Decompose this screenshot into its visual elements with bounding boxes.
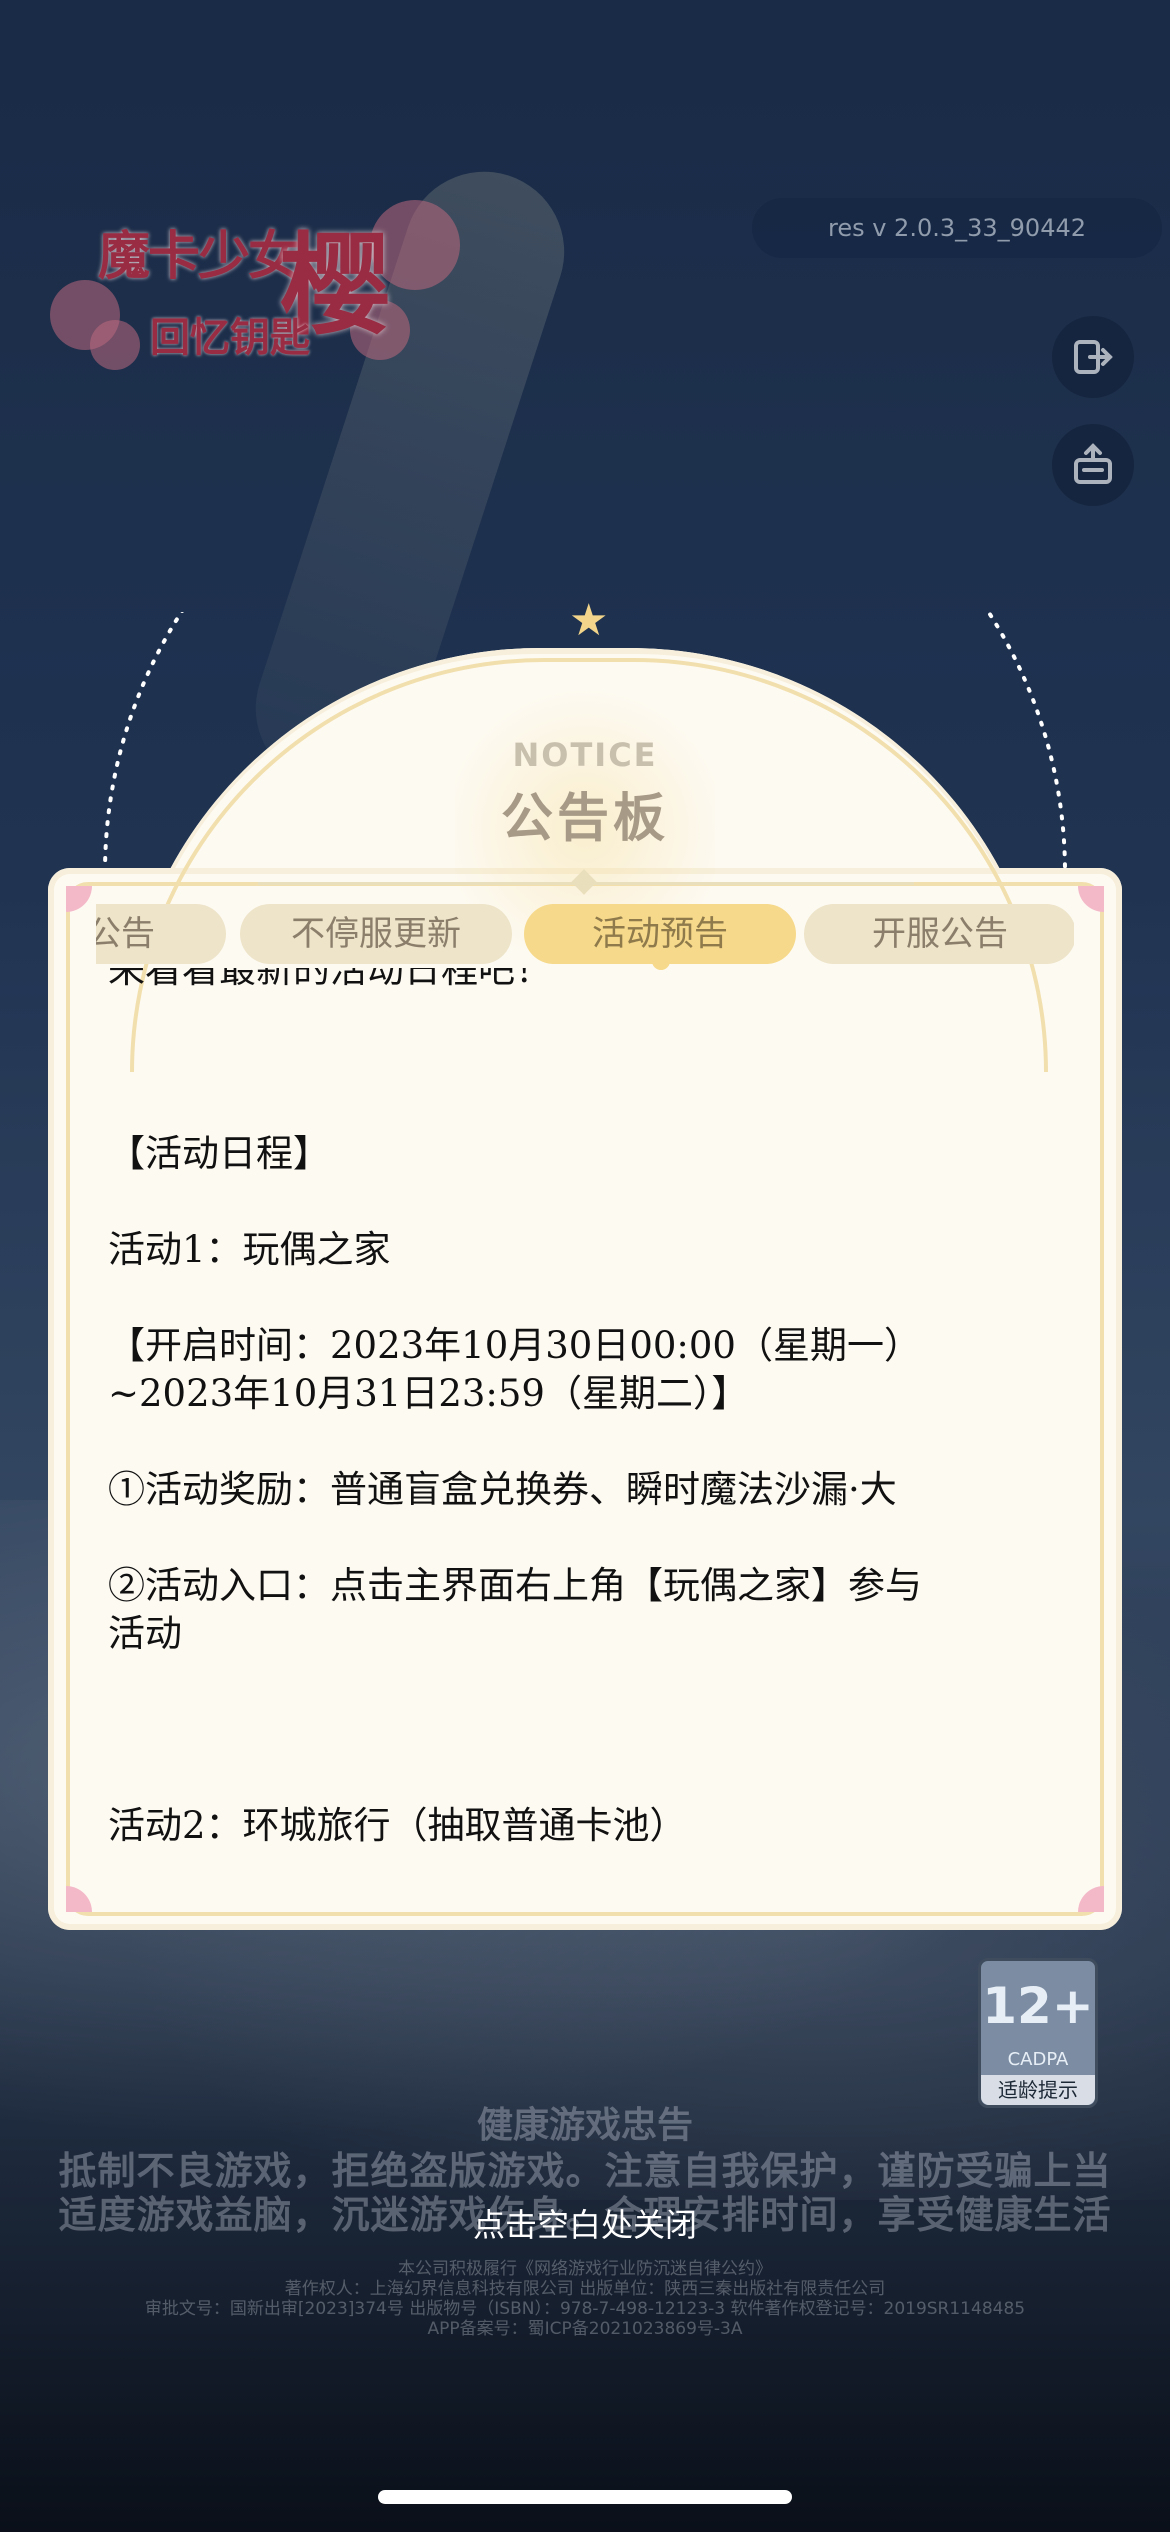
activity1-entry-line2: 活动	[108, 1612, 182, 1655]
age-rating-number: 12+	[982, 1977, 1094, 2035]
age-rating-org: CADPA	[1007, 2049, 1069, 2070]
tap-to-close-hint: 点击空白处关闭	[472, 2206, 697, 2244]
tab-event-preview[interactable]: 活动预告	[524, 904, 796, 964]
home-indicator[interactable]	[378, 2490, 792, 2504]
schedule-heading: 【活动日程】	[108, 1132, 330, 1175]
age-rating-badge[interactable]: 12+ CADPA 适龄提示	[978, 1958, 1098, 2108]
content-cut-line: 来看看最新的活动日程吧！	[108, 968, 552, 991]
notice-tabs: 公告 不停服更新 活动预告 开服公告	[96, 904, 1074, 964]
notice-content[interactable]: 来看看最新的活动日程吧！ 【活动日程】 活动1：玩偶之家 【开启时间：2023年…	[108, 968, 1058, 1858]
activity1-time-line1: 【开启时间：2023年10月30日00:00（星期一）	[108, 1324, 921, 1367]
tab-seamless-update[interactable]: 不停服更新	[240, 904, 512, 964]
star-icon: ★	[569, 595, 609, 646]
activity2-title: 活动2：环城旅行（抽取普通卡池）	[108, 1804, 687, 1847]
notice-title: 公告板	[500, 789, 669, 849]
notice-eyebrow: NOTICE	[512, 736, 658, 774]
tab-announcement[interactable]: 公告	[96, 904, 226, 964]
activity1-time-line2: ~2023年10月31日23:59（星期二）】	[108, 1372, 749, 1415]
legal-line4: APP备案号：蜀ICP备2021023869号-3A	[427, 2319, 743, 2339]
tab-server-open[interactable]: 开服公告	[804, 904, 1074, 964]
activity1-entry-line1: ②活动入口：点击主界面右上角【玩偶之家】参与	[108, 1564, 922, 1607]
activity1-title: 活动1：玩偶之家	[108, 1228, 391, 1271]
activity1-reward: ①活动奖励：普通盲盒兑换券、瞬时魔法沙漏·大	[108, 1468, 897, 1511]
